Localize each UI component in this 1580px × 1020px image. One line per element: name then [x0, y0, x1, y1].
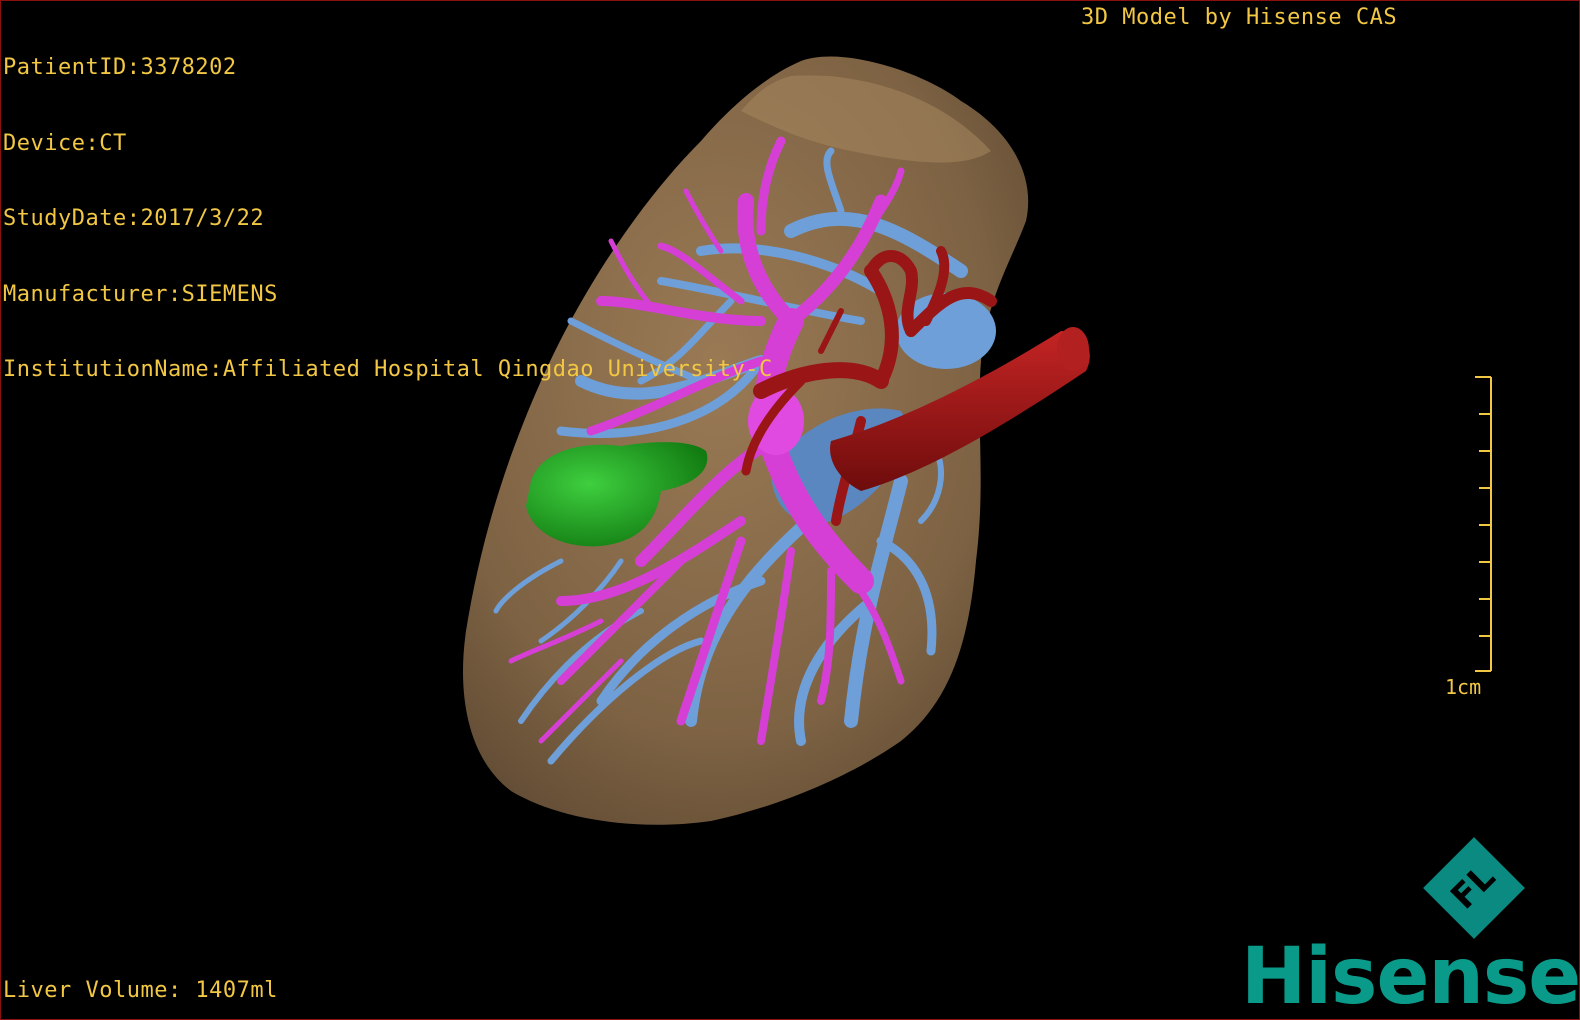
study-date-text: StudyDate:2017/3/22 — [3, 206, 265, 231]
scale-bar — [1475, 376, 1492, 672]
brand-caption: 3D Model by Hisense CAS — [1081, 5, 1398, 30]
dicom-info-overlay: PatientID:3378202 Device:CT StudyDate:20… — [3, 5, 773, 433]
ivc-opening — [1057, 327, 1089, 371]
manufacturer-text: Manufacturer:SIEMENS — [3, 281, 278, 307]
device-text: Device:CT — [3, 130, 127, 156]
institution-text: InstitutionName:Affiliated Hospital Qing… — [3, 357, 773, 382]
patient-id-text: PatientID:3378202 — [3, 55, 237, 80]
scale-bar-label: 1cm — [1445, 675, 1482, 699]
hisense-fl-logo-mark: FL — [1423, 837, 1525, 939]
3d-render-viewport[interactable]: PatientID:3378202 Device:CT StudyDate:20… — [0, 0, 1580, 1020]
hisense-logo-wordmark: Hisense — [1241, 932, 1580, 1020]
liver-volume-readout: Liver Volume: 1407ml — [3, 978, 278, 1003]
